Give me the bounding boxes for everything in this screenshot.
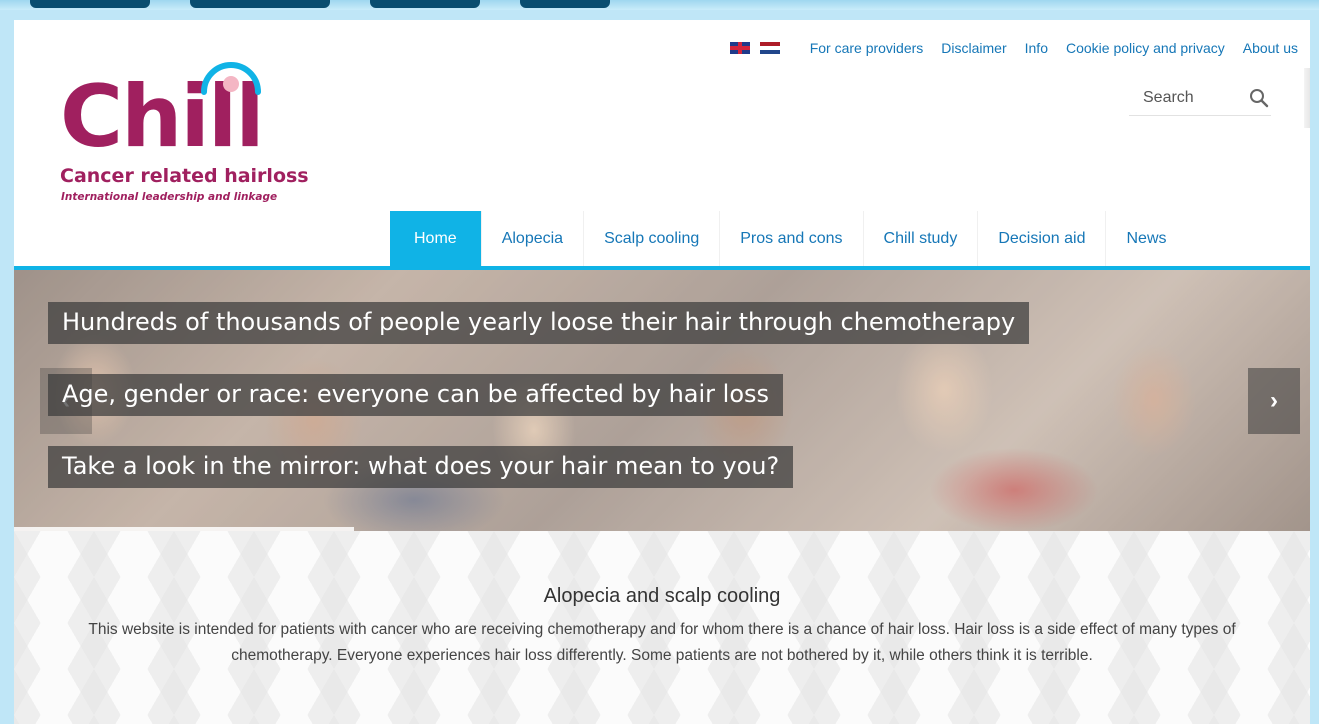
nav-item-news[interactable]: News — [1105, 211, 1186, 266]
link-info[interactable]: Info — [1025, 40, 1048, 56]
cropped-top-band — [0, 0, 1319, 10]
nav-item-chill-study[interactable]: Chill study — [862, 211, 978, 266]
link-about-us[interactable]: About us — [1243, 40, 1298, 56]
link-cookie-policy[interactable]: Cookie policy and privacy — [1066, 40, 1225, 56]
main-nav: Home Alopecia Scalp cooling Pros and con… — [390, 211, 1187, 266]
search-box — [1129, 80, 1271, 116]
section-text: This website is intended for patients wi… — [88, 621, 1236, 664]
link-for-care-providers[interactable]: For care providers — [810, 40, 924, 56]
scroll-edge — [1304, 68, 1310, 128]
nav-item-alopecia[interactable]: Alopecia — [480, 211, 583, 266]
logo-subtitle: Cancer related hairloss — [60, 165, 309, 187]
slider-caption: Hundreds of thousands of people yearly l… — [48, 302, 1030, 344]
flag-uk-icon[interactable] — [729, 42, 750, 54]
slider-caption: Age, gender or race: everyone can be aff… — [48, 374, 784, 416]
page: Chill Cancer related hairloss Internatio… — [14, 20, 1310, 724]
cropped-heading-fragment — [190, 0, 330, 8]
top-links: For care providers Disclaimer Info Cooki… — [729, 40, 1298, 56]
chevron-right-icon: › — [1270, 387, 1278, 414]
nav-item-pros-and-cons[interactable]: Pros and cons — [719, 211, 862, 266]
hero-slider[interactable]: Hundreds of thousands of people yearly l… — [14, 270, 1310, 531]
flag-nl-icon[interactable] — [759, 42, 780, 54]
logo-tagline: International leadership and linkage — [61, 191, 278, 203]
cropped-heading-fragment — [30, 0, 150, 8]
section-title: Alopecia and scalp cooling — [543, 585, 781, 607]
site-header: Chill Cancer related hairloss Internatio… — [14, 20, 1310, 268]
site-logo[interactable]: Chill Cancer related hairloss Internatio… — [60, 44, 360, 214]
search-input[interactable] — [1129, 87, 1229, 108]
link-disclaimer[interactable]: Disclaimer — [941, 40, 1006, 56]
intro-section: Alopecia and scalp cooling This website … — [14, 531, 1310, 724]
nav-item-scalp-cooling[interactable]: Scalp cooling — [583, 211, 719, 266]
nav-item-home[interactable]: Home — [390, 211, 481, 266]
cropped-heading-fragment — [520, 0, 610, 8]
slider-caption: Take a look in the mirror: what does you… — [48, 446, 794, 488]
cropped-heading-fragment — [370, 0, 480, 8]
nav-item-decision-aid[interactable]: Decision aid — [977, 211, 1105, 266]
search-icon[interactable] — [1249, 88, 1269, 108]
logo-arc-icon — [201, 62, 261, 95]
slider-next-button[interactable]: › — [1248, 368, 1300, 434]
language-switcher — [729, 42, 780, 54]
